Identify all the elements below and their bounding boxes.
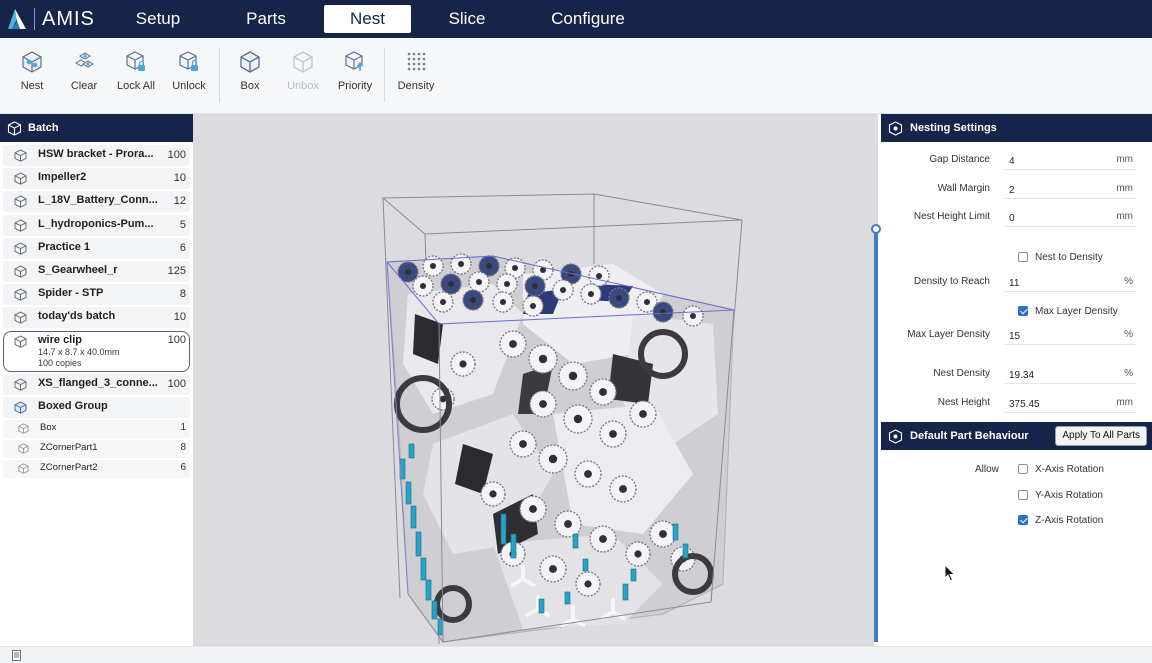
group-child-item[interactable]: ZCornerPart1 8 — [3, 440, 190, 459]
gap-distance-field: Gap Distance mm — [881, 150, 1152, 172]
part-cube-icon — [18, 463, 29, 475]
toolbar-separator — [384, 48, 385, 102]
part-item[interactable]: XS_flanged_3_conne... 100 — [3, 373, 190, 395]
part-cube-icon — [14, 311, 27, 325]
z-axis-rotation-checkbox[interactable]: Z-Axis Rotation — [1018, 513, 1103, 527]
part-cube-icon — [14, 195, 27, 209]
wall-margin-field: Wall Margin mm — [881, 179, 1152, 201]
amis-logo-icon — [8, 9, 26, 29]
x-axis-rotation-box[interactable] — [1018, 464, 1028, 474]
batch-icon — [7, 120, 22, 136]
nest-to-density-checkbox[interactable]: Nest to Density — [1018, 250, 1103, 264]
part-cube-icon — [14, 334, 27, 348]
y-axis-rotation-checkbox[interactable]: Y-Axis Rotation — [1018, 488, 1103, 502]
top-nav-bar: AMIS Setup Parts Nest Slice Configure — [0, 0, 1152, 38]
part-item[interactable]: today'ds batch 10 — [3, 307, 190, 329]
box-icon — [240, 51, 260, 73]
unlock-button[interactable]: Unlock — [161, 50, 217, 92]
part-cube-icon — [14, 149, 27, 162]
part-behaviour-header: Default Part Behaviour Apply To All Part… — [881, 422, 1152, 450]
nest-button[interactable]: Nest — [4, 50, 60, 92]
part-cube-icon — [14, 219, 27, 232]
app-logo: AMIS — [6, 6, 95, 32]
box-button[interactable]: Box — [222, 50, 278, 92]
max-layer-density-checkbox[interactable]: Max Layer Density — [1018, 304, 1118, 318]
toolbar-separator — [219, 48, 220, 102]
part-cube-icon — [18, 423, 29, 434]
batch-panel: Batch HSW bracket - Prora... 100 Impelle… — [0, 114, 193, 646]
viewport-slider[interactable] — [871, 114, 881, 642]
part-item[interactable]: L_hydroponics-Pum... 5 — [3, 214, 190, 236]
density-button[interactable]: Density — [388, 50, 444, 92]
part-item[interactable]: Spider - STP 8 — [3, 284, 190, 306]
group-box-icon — [14, 401, 27, 414]
nesting-settings-header: Nesting Settings — [881, 114, 1152, 142]
part-item-selected[interactable]: wire clip 100 14.7 x 8.7 x 40.0mm 100 co… — [3, 330, 190, 372]
z-axis-rotation-box[interactable] — [1018, 515, 1028, 525]
settings-panel: Nesting Settings Gap Distance mm Wall Ma… — [881, 114, 1152, 646]
part-item[interactable]: Practice 1 6 — [3, 237, 190, 259]
nest-toolbar: Nest Clear Lock All Unlock Box Unbox Pri… — [0, 38, 1152, 114]
max-layer-density-field: Max Layer Density % — [881, 325, 1152, 347]
clear-button[interactable]: Clear — [56, 50, 112, 92]
nest-cube-icon — [22, 51, 42, 73]
density-grid-icon — [407, 52, 426, 71]
slider-handle[interactable] — [871, 224, 881, 234]
density-to-reach-input[interactable] — [1005, 272, 1136, 292]
part-item[interactable]: S_Gearwheel_r 125 — [3, 260, 190, 282]
priority-button[interactable]: Priority — [327, 50, 383, 92]
y-axis-rotation-box[interactable] — [1018, 490, 1028, 500]
part-copies: 100 copies — [38, 357, 82, 368]
unbox-icon — [293, 51, 313, 73]
density-to-reach-field: Density to Reach % — [881, 272, 1152, 294]
nav-tab-configure[interactable]: Configure — [538, 5, 638, 33]
part-item[interactable]: L_18V_Battery_Conn... 12 — [3, 191, 190, 213]
nest-density-value — [1005, 364, 1136, 384]
max-layer-density-box[interactable] — [1018, 306, 1028, 316]
lock-all-icon — [126, 51, 145, 71]
slider-track — [874, 228, 878, 642]
nav-tab-slice[interactable]: Slice — [430, 5, 504, 33]
apply-to-all-parts-button[interactable]: Apply To All Parts — [1055, 426, 1147, 446]
part-behaviour-icon — [888, 428, 903, 444]
x-axis-rotation-checkbox[interactable]: X-Axis Rotation — [1018, 462, 1104, 476]
status-bar — [0, 646, 1152, 663]
nest-height-limit-field: Nest Height Limit mm — [881, 207, 1152, 229]
log-document-icon[interactable] — [12, 650, 21, 661]
nest-to-density-box[interactable] — [1018, 252, 1028, 262]
3d-viewport[interactable] — [193, 114, 874, 646]
app-name: AMIS — [42, 7, 95, 30]
boxed-group-item[interactable]: Boxed Group — [3, 396, 190, 418]
nav-tab-parts[interactable]: Parts — [228, 5, 304, 33]
part-cube-icon — [14, 378, 27, 391]
allow-label: Allow — [975, 464, 999, 475]
group-child-item[interactable]: ZCornerPart2 6 — [3, 460, 190, 479]
priority-icon — [345, 51, 364, 71]
nest-density-field: Nest Density % — [881, 364, 1152, 386]
max-layer-density-input[interactable] — [1005, 325, 1136, 345]
unlock-icon — [179, 51, 198, 71]
batch-header: Batch — [0, 114, 193, 142]
part-cube-icon — [14, 288, 27, 301]
nav-tab-nest[interactable]: Nest — [324, 5, 411, 33]
nesting-settings-icon — [888, 120, 903, 136]
nest-scene[interactable] — [193, 114, 874, 646]
nest-height-field: Nest Height mm — [881, 393, 1152, 415]
unbox-button[interactable]: Unbox — [275, 50, 331, 92]
mouse-cursor-icon — [944, 564, 956, 582]
part-dimensions: 14.7 x 8.7 x 40.0mm — [38, 346, 120, 357]
batch-part-list: HSW bracket - Prora... 100 Impeller2 10 … — [0, 142, 193, 479]
part-cube-icon — [14, 172, 27, 185]
part-item[interactable]: HSW bracket - Prora... 100 — [3, 145, 190, 166]
part-cube-icon — [14, 265, 27, 278]
lock-all-button[interactable]: Lock All — [108, 50, 164, 92]
nav-tab-setup[interactable]: Setup — [120, 5, 196, 33]
clear-cubes-icon — [75, 52, 94, 68]
part-cube-icon — [14, 242, 27, 255]
part-item[interactable]: Impeller2 10 — [3, 168, 190, 190]
part-cube-icon — [18, 443, 29, 455]
group-child-item[interactable]: Box 1 — [3, 420, 190, 439]
